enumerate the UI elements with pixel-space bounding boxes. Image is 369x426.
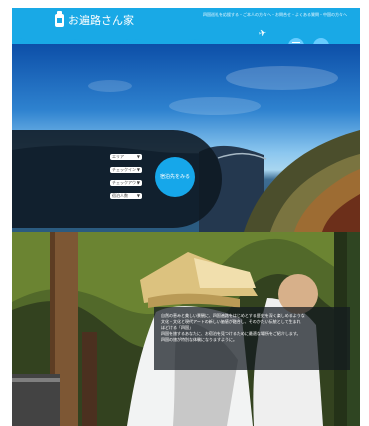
area-select-label: エリア — [112, 154, 124, 159]
guests-select-label: 宿泊人数 — [112, 193, 128, 198]
area-select[interactable]: エリア ▼ — [110, 154, 142, 160]
checkout-select[interactable]: チェックアウト ▼ — [110, 180, 142, 186]
paper-plane-icon: ✈ — [258, 28, 268, 40]
temple-logo-icon — [55, 11, 64, 27]
chevron-down-icon: ▼ — [136, 193, 140, 198]
header-tagline: 四国巡礼を応援する・ご本人の方々へ・お問合せ・よくある質問・中国の方々へ — [203, 12, 347, 17]
hero-section: エリア ▼ チェックイン ▼ チェックアウト ▼ 宿泊人数 ▼ 宿泊先をみる — [12, 44, 360, 232]
search-button[interactable]: 宿泊先をみる — [155, 157, 195, 197]
intro-line: 四国の旅が特別な体験になりますように。 — [161, 337, 237, 342]
guests-select[interactable]: 宿泊人数 ▼ — [110, 193, 142, 199]
checkin-select[interactable]: チェックイン ▼ — [110, 167, 142, 173]
checkout-select-label: チェックアウト — [112, 180, 140, 185]
site-name: お遍路さん家 — [68, 14, 134, 27]
chevron-down-icon: ▼ — [136, 154, 140, 159]
chevron-down-icon: ▼ — [136, 167, 140, 172]
site-logo[interactable]: お遍路さん家 — [55, 11, 134, 27]
page: お遍路さん家 四国巡礼を応援する・ご本人の方々へ・お問合せ・よくある質問・中国の… — [0, 0, 369, 426]
checkin-select-label: チェックイン — [112, 167, 136, 172]
intro-text-panel: 自然の恵みと美しい景観に、四国遍路をはじめとする歴史を深く楽しめるような 文化・… — [154, 307, 350, 370]
chevron-down-icon: ▼ — [136, 180, 140, 185]
